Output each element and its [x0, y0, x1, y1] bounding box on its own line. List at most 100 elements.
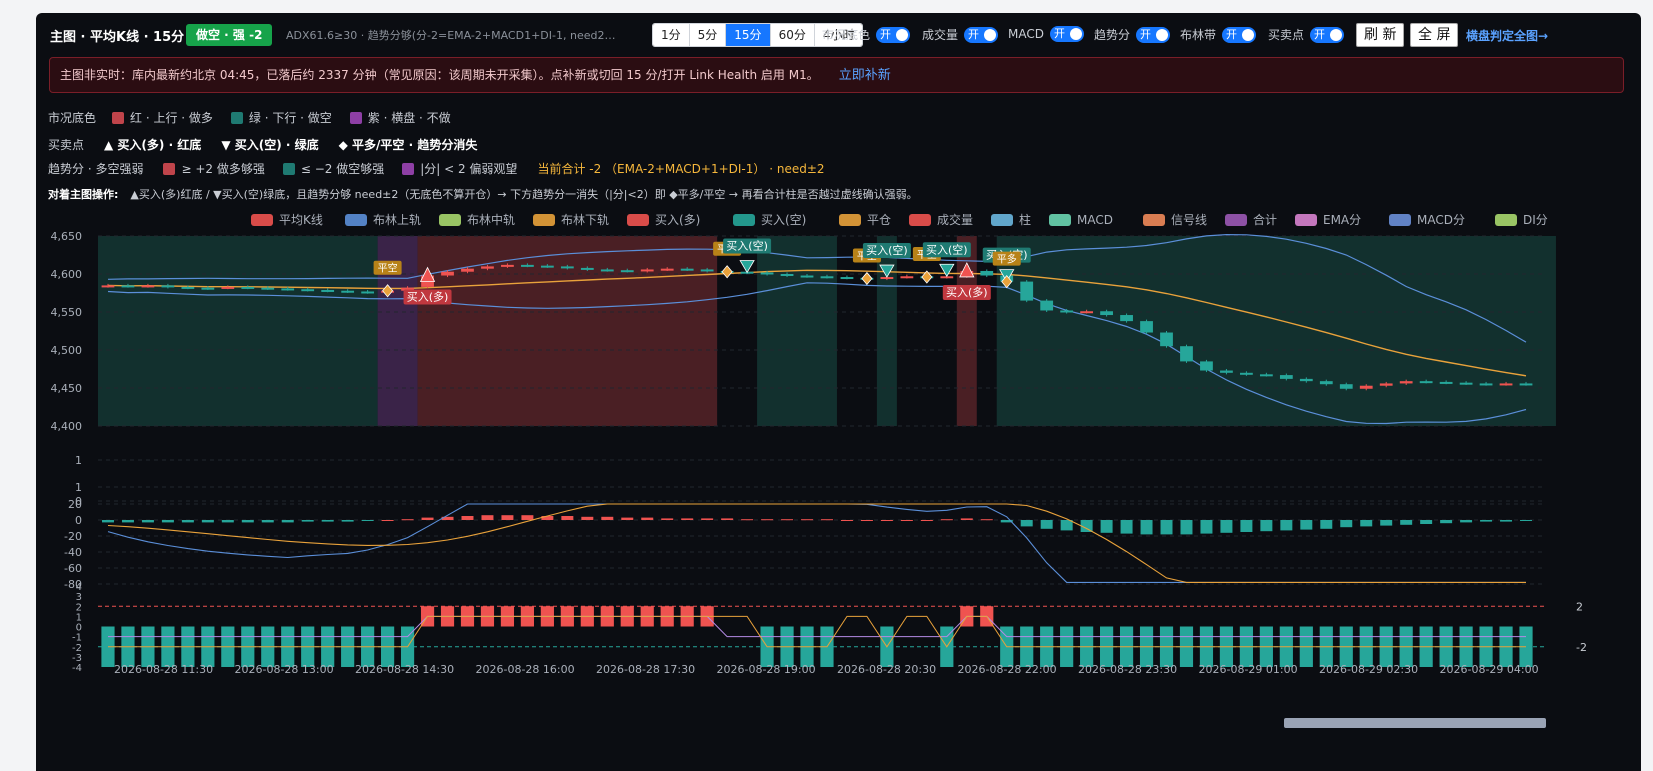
bg-region [996, 236, 1556, 426]
macd-bar [121, 520, 134, 523]
candle [580, 267, 594, 270]
toggle-boll[interactable]: 布林带开 [1180, 26, 1257, 43]
macd-bar [301, 520, 314, 522]
trend-summary: ADX61.6≥30 · 趋势分够(分-2=EMA-2+MACD1+DI-1, … [286, 29, 616, 42]
macd-tick: -20 [64, 530, 82, 543]
legend-item: |分| < 2 偏弱观望 [420, 162, 518, 176]
macd-bar [781, 519, 794, 521]
candle [600, 269, 614, 272]
buy-short-label: 买入(空) [726, 238, 768, 252]
legend-swatch [1295, 214, 1317, 226]
macd-bar [261, 520, 274, 523]
toggle-volume[interactable]: 成交量开 [922, 26, 999, 43]
toggle-label: 买卖点 [1268, 28, 1305, 42]
legend-item: 绿 · 下行 · 做空 [248, 111, 332, 125]
macd-bar [681, 518, 694, 520]
refresh-now-link[interactable]: 立即补新 [839, 68, 891, 83]
macd-bar [840, 520, 853, 521]
buy-long-label: 买入(多) [407, 290, 449, 304]
fullscreen-button[interactable]: 全 屏 [1410, 23, 1459, 47]
macd-bar [1320, 520, 1333, 529]
legend-swatch [439, 214, 461, 226]
refresh-button[interactable]: 刷 新 [1356, 23, 1405, 47]
chart-legend-label: 合计 [1253, 212, 1277, 227]
macd-bar [161, 520, 174, 523]
chart-legend-label: 布林下轨 [561, 213, 609, 227]
candle [640, 269, 654, 272]
scroll-thumb[interactable] [1284, 718, 1546, 728]
macd-bar [1200, 520, 1213, 534]
timeframe-60m[interactable]: 60分 [770, 24, 815, 46]
toggle-label: 市况底色 [822, 28, 871, 42]
signal-line [107, 503, 1526, 583]
legend-item: 紫 · 横盘 · 不做 [367, 111, 451, 125]
chart-legend-label: DI分 [1523, 213, 1548, 227]
macd-bar [1400, 520, 1413, 525]
timeframe-1m[interactable]: 1分 [653, 24, 690, 46]
toggle-market-bg[interactable]: 市况底色开 [822, 26, 911, 43]
switch[interactable]: 开 [1049, 26, 1084, 42]
timeframe-5m[interactable]: 5分 [689, 24, 727, 46]
macd-bar [820, 519, 833, 521]
time-tick: 2026-08-28 19:00 [717, 663, 816, 676]
macd-bar [281, 520, 294, 523]
price-tick: 4,600 [51, 268, 83, 281]
macd-bar [361, 520, 374, 521]
switch[interactable]: 开 [1136, 26, 1171, 43]
candle [461, 268, 474, 272]
legend-label: 对着主图操作: [48, 188, 119, 201]
macd-bar [461, 516, 474, 520]
red-swatch [163, 162, 176, 175]
candle [1180, 346, 1193, 362]
buy-long-label: 买入(多) [946, 285, 988, 299]
candle [1060, 310, 1074, 313]
legend-bg: 市况底色 红 · 上行 · 做多 绿 · 下行 · 做空 紫 · 横盘 · 不做 [48, 109, 451, 126]
macd-bar [1020, 520, 1033, 527]
time-tick: 2026-08-28 23:30 [1078, 663, 1177, 676]
buy-short-label: 买入(空) [866, 243, 908, 257]
legend-swatch [909, 214, 931, 226]
legend-swatch [1389, 214, 1411, 226]
range-full-chart-link[interactable]: 横盘判定全图→ [1466, 27, 1548, 44]
time-tick: 2026-08-29 02:30 [1319, 663, 1418, 676]
candle [840, 277, 854, 280]
macd-bar [221, 520, 234, 523]
candle [760, 272, 774, 275]
macd-bar [661, 518, 674, 520]
switch[interactable]: 开 [964, 26, 999, 43]
score-tick: -4 [72, 663, 82, 674]
chart-legend-label: 布林上轨 [373, 213, 421, 227]
macd-bar [860, 520, 873, 521]
signal-badge: 做空 · 强 -2 [186, 24, 273, 46]
candle [301, 289, 315, 292]
switch[interactable]: 开 [876, 26, 911, 43]
legend-swatch [991, 214, 1013, 226]
candle [101, 285, 115, 288]
threshold-label: 2 [1576, 600, 1583, 613]
candle [121, 285, 135, 288]
macd-bar [421, 517, 434, 520]
candle [660, 268, 674, 271]
switch[interactable]: 开 [1222, 26, 1257, 43]
candle [1220, 370, 1233, 373]
legend-swatch [733, 214, 755, 226]
candle [221, 286, 235, 289]
macd-bar [581, 516, 594, 520]
chart-legend-label: 成交量 [937, 212, 973, 227]
candle [1279, 375, 1293, 379]
main-chart[interactable]: 平均K线 布林上轨 布林中轨 布林下轨 买入(多) 买入(空) 平仓 成交量柱 MACD 信号线合… [36, 208, 1641, 771]
switch[interactable]: 开 [1310, 26, 1345, 43]
macd-bar [141, 520, 154, 523]
toggle-macd[interactable]: MACD 开 [1008, 26, 1084, 42]
legend-swatch [1225, 214, 1247, 226]
macd-bar [1140, 520, 1153, 535]
candle [1020, 281, 1034, 301]
timeframe-15m[interactable]: 15分 [726, 24, 771, 46]
toggle-trend[interactable]: 趋势分开 [1094, 26, 1171, 43]
legend-label: 趋势分 · 多空强弱 [48, 162, 144, 176]
macd-bar [1220, 520, 1233, 533]
macd-bar [980, 519, 993, 521]
toggle-signals[interactable]: 买卖点开 [1268, 26, 1345, 43]
chart-legend-label: MACD [1077, 213, 1113, 227]
bg-region [876, 236, 897, 426]
